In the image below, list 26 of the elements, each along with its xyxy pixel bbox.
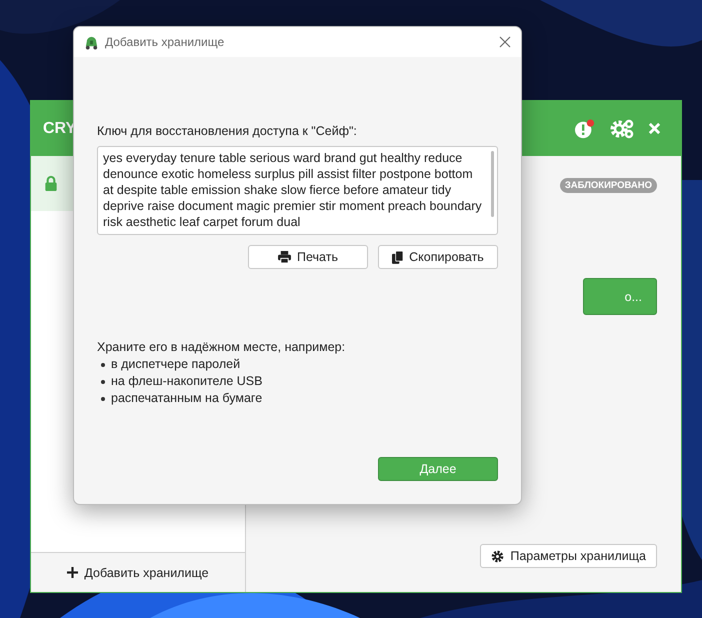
plus-icon — [67, 567, 78, 578]
dialog-title: Добавить хранилище — [105, 35, 224, 49]
advice-item: на флеш-накопителе USB — [111, 373, 262, 390]
gear-icon — [491, 550, 504, 562]
vault-settings-button[interactable]: Параметры хранилища — [480, 544, 657, 568]
printer-icon — [278, 251, 292, 263]
status-badge: ЗАБЛОКИРОВАНО — [560, 178, 657, 193]
robot-icon — [84, 34, 99, 50]
advice-item: распечатанным на бумаге — [111, 390, 262, 407]
add-vault-button[interactable]: Добавить хранилище — [31, 552, 245, 592]
scrollbar-thumb[interactable] — [491, 151, 494, 217]
close-icon[interactable] — [499, 36, 511, 48]
lock-icon — [44, 175, 58, 192]
alert-icon[interactable] — [574, 118, 596, 138]
bullet-icon — [101, 380, 105, 384]
copy-icon — [392, 250, 404, 264]
print-button[interactable]: Печать — [248, 245, 368, 269]
advice-text: Храните его в надёжном месте, например: — [97, 339, 346, 356]
settings-icon[interactable] — [610, 118, 634, 138]
recovery-key-field[interactable]: yes everyday tenure table serious ward brand gut healthy reduce denounce exotic homeless surplus pill assist filter postpone bottom at despite table emission shake slow fierce before amateur tidy deprive raise document magic premier stir moment preach boundary risk aesthetic leaf carpet forum dual — [97, 146, 498, 235]
advice-item: в диспетчере паролей — [111, 356, 240, 373]
bullet-icon — [101, 362, 105, 366]
app-title: CRY — [43, 120, 76, 138]
recovery-key-label: Ключ для восстановления доступа к "Сейф": — [97, 124, 358, 138]
copy-button[interactable]: Скопировать — [378, 245, 498, 269]
bullet-icon — [101, 396, 105, 400]
